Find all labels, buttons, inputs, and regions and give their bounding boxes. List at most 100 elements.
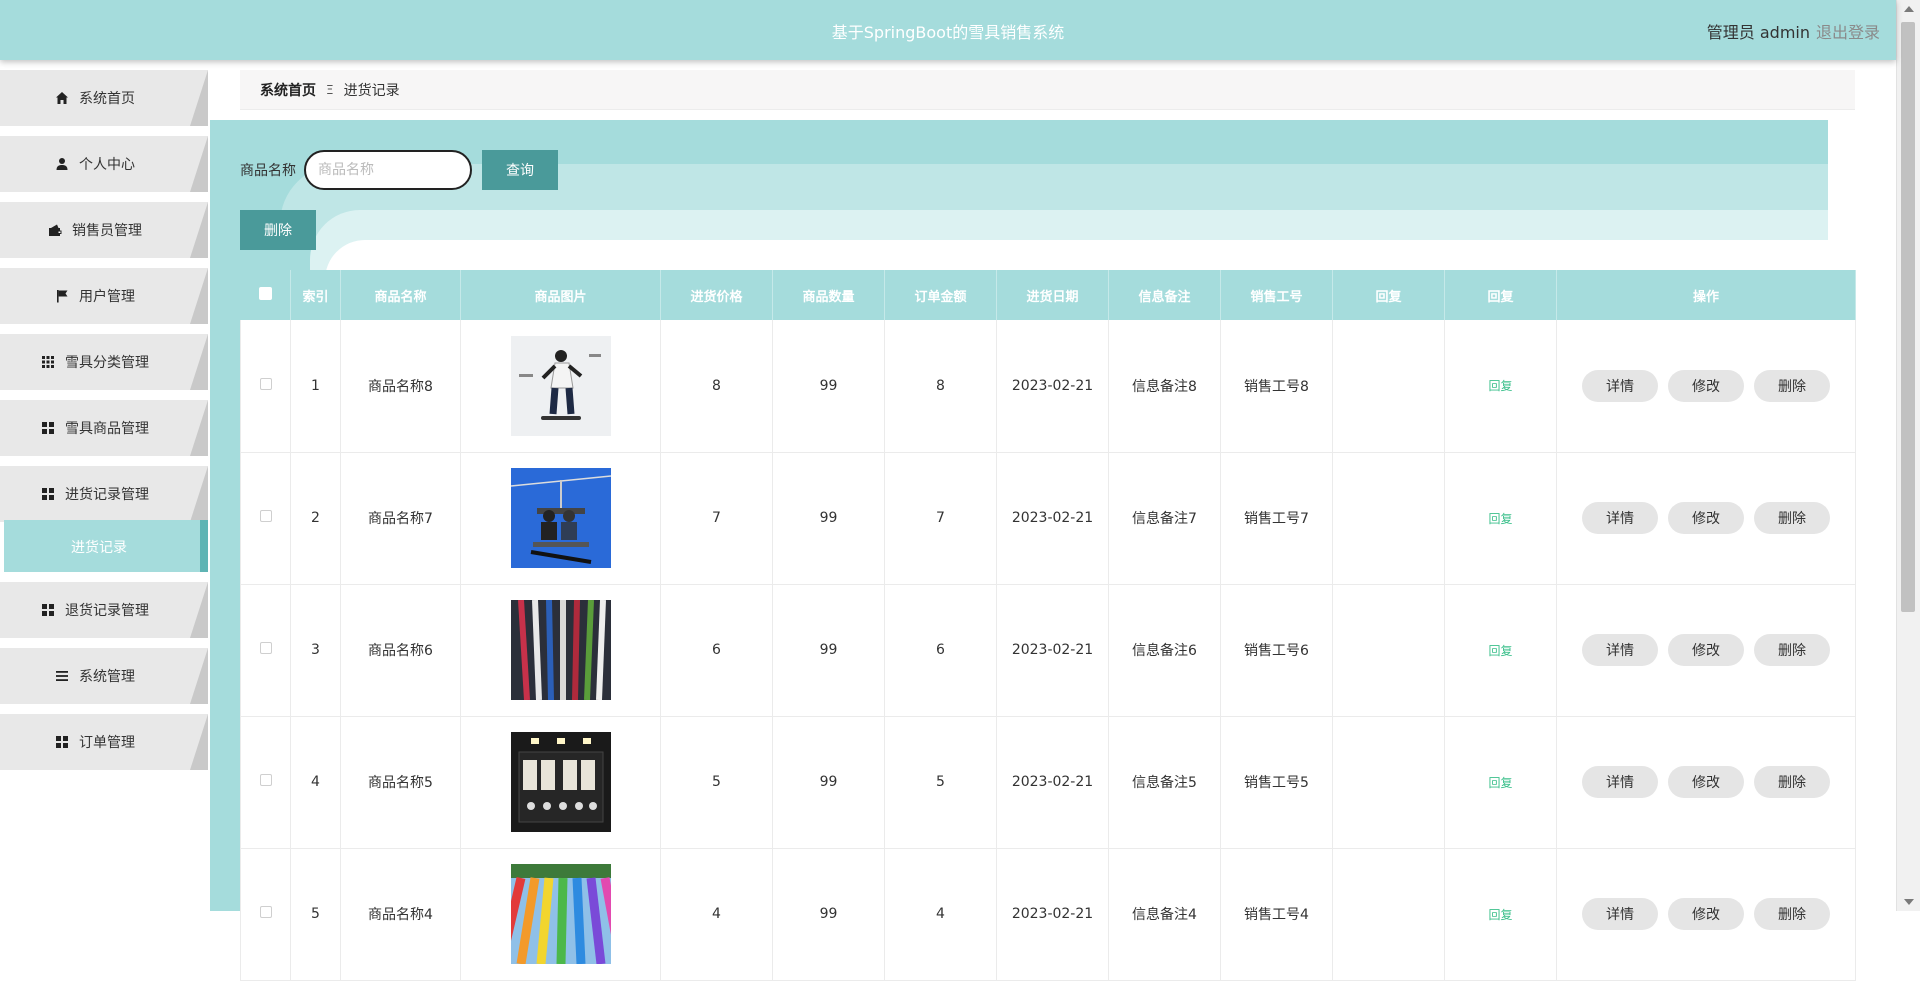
edit-button[interactable]: 修改 xyxy=(1668,502,1744,534)
sidebar-subitem-purchase-record[interactable]: 进货记录 xyxy=(4,520,208,572)
reply-link[interactable]: 回复 xyxy=(1488,776,1512,790)
search-input[interactable] xyxy=(304,150,472,190)
sidebar-item-purchase-records[interactable]: 进货记录管理 xyxy=(0,466,208,522)
breadcrumb-home[interactable]: 系统首页 xyxy=(260,80,316,100)
detail-button[interactable]: 详情 xyxy=(1582,766,1658,798)
product-image-ski-lift xyxy=(510,468,611,568)
delete-button[interactable]: 删除 xyxy=(1754,634,1830,666)
scroll-down-arrow-icon[interactable] xyxy=(1904,899,1914,905)
cell-date: 2023-02-21 xyxy=(996,584,1109,717)
home-icon xyxy=(55,91,69,105)
sidebar-item-home[interactable]: 系统首页 xyxy=(0,70,208,126)
row-checkbox[interactable] xyxy=(259,377,272,390)
apps-icon xyxy=(55,735,69,749)
sidebar-item-label: 退货记录管理 xyxy=(65,603,149,619)
cell-price: 7 xyxy=(660,452,773,585)
column-header: 订单金额 xyxy=(884,270,997,320)
cell-date: 2023-02-21 xyxy=(996,452,1109,585)
detail-button[interactable]: 详情 xyxy=(1582,502,1658,534)
sidebar-item-ski-categories[interactable]: 雪具分类管理 xyxy=(0,334,208,390)
cell-price: 5 xyxy=(660,716,773,849)
row-checkbox[interactable] xyxy=(259,906,272,918)
table-header-row: 索引 商品名称 商品图片 进货价格 商品数量 订单金额 进货日期 信息备注 销售… xyxy=(240,270,1856,320)
column-header: 操作 xyxy=(1556,270,1856,320)
cell-price: 8 xyxy=(660,320,773,453)
cell-reply-text xyxy=(1332,584,1445,717)
app-title: 基于SpringBoot的雪具销售系统 xyxy=(831,23,1065,42)
sidebar-item-orders[interactable]: 订单管理 xyxy=(0,714,208,770)
grid-icon xyxy=(41,355,55,369)
delete-button[interactable]: 删除 xyxy=(1754,369,1830,402)
cell-index: 4 xyxy=(290,716,341,849)
cell-amount: 5 xyxy=(884,716,997,849)
column-header: 信息备注 xyxy=(1108,270,1221,320)
cell-note: 信息备注5 xyxy=(1108,716,1221,849)
cell-date: 2023-02-21 xyxy=(996,716,1109,849)
sidebar-item-label: 系统首页 xyxy=(79,91,135,107)
select-all-header[interactable] xyxy=(240,270,291,320)
column-header: 进货日期 xyxy=(996,270,1109,320)
person-icon xyxy=(55,157,69,171)
sidebar-item-label: 用户管理 xyxy=(79,289,135,305)
reply-link[interactable]: 回复 xyxy=(1488,512,1512,526)
cell-note: 信息备注7 xyxy=(1108,452,1221,585)
cell-qty: 99 xyxy=(772,452,885,585)
search-button[interactable]: 查询 xyxy=(482,150,558,190)
cell-amount: 6 xyxy=(884,584,997,717)
list-icon xyxy=(55,669,69,683)
purchase-records-table: 索引 商品名称 商品图片 进货价格 商品数量 订单金额 进货日期 信息备注 销售… xyxy=(240,270,1856,981)
sidebar-subitem-label: 进货记录 xyxy=(71,540,127,556)
sidebar-item-sales-staff[interactable]: 销售员管理 xyxy=(0,202,208,258)
sidebar-item-label: 销售员管理 xyxy=(72,223,142,239)
detail-button[interactable]: 详情 xyxy=(1582,898,1658,930)
cell-index: 2 xyxy=(290,452,341,585)
apps-icon xyxy=(41,421,55,435)
cell-note: 信息备注4 xyxy=(1108,848,1221,981)
scrollbar-thumb[interactable] xyxy=(1901,22,1915,612)
edit-button[interactable]: 修改 xyxy=(1668,898,1744,930)
row-checkbox[interactable] xyxy=(259,774,272,786)
row-checkbox[interactable] xyxy=(259,510,272,522)
breadcrumb-separator-icon: Ξ xyxy=(326,82,334,97)
row-actions: 详情 修改 删除 xyxy=(1557,369,1855,402)
apps-icon xyxy=(41,487,55,501)
sidebar-item-system[interactable]: 系统管理 xyxy=(0,648,208,704)
detail-button[interactable]: 详情 xyxy=(1582,369,1658,402)
reply-link[interactable]: 回复 xyxy=(1488,379,1512,393)
search-label: 商品名称 xyxy=(240,163,296,179)
row-checkbox[interactable] xyxy=(259,642,272,654)
batch-delete-button[interactable]: 删除 xyxy=(240,210,316,250)
product-image-skis-rack xyxy=(510,600,611,700)
sidebar-item-label: 订单管理 xyxy=(79,735,135,751)
delete-button[interactable]: 删除 xyxy=(1754,898,1830,930)
detail-button[interactable]: 详情 xyxy=(1582,634,1658,666)
sidebar-item-return-records[interactable]: 退货记录管理 xyxy=(0,582,208,638)
cell-name: 商品名称4 xyxy=(340,848,461,981)
sidebar-item-label: 雪具商品管理 xyxy=(65,421,149,437)
edit-button[interactable]: 修改 xyxy=(1668,634,1744,666)
edit-button[interactable]: 修改 xyxy=(1668,369,1744,402)
cell-name: 商品名称5 xyxy=(340,716,461,849)
cell-date: 2023-02-21 xyxy=(996,320,1109,453)
scroll-up-arrow-icon[interactable] xyxy=(1904,6,1914,12)
page-scrollbar[interactable] xyxy=(1896,0,1920,911)
reply-link[interactable]: 回复 xyxy=(1488,644,1512,658)
cell-amount: 7 xyxy=(884,452,997,585)
delete-button[interactable]: 删除 xyxy=(1754,502,1830,534)
product-image-snowboarder xyxy=(510,335,611,436)
reply-link[interactable]: 回复 xyxy=(1488,908,1512,922)
column-header: 索引 xyxy=(290,270,341,320)
cell-name: 商品名称8 xyxy=(340,320,461,453)
sidebar-item-ski-products[interactable]: 雪具商品管理 xyxy=(0,400,208,456)
cell-note: 信息备注8 xyxy=(1108,320,1221,453)
sidebar-item-label: 雪具分类管理 xyxy=(65,355,149,371)
delete-button[interactable]: 删除 xyxy=(1754,766,1830,798)
select-all-checkbox[interactable] xyxy=(258,286,272,300)
sidebar-item-profile[interactable]: 个人中心 xyxy=(0,136,208,192)
sidebar-item-users[interactable]: 用户管理 xyxy=(0,268,208,324)
column-header: 商品图片 xyxy=(460,270,661,320)
row-actions: 详情 修改 删除 xyxy=(1557,898,1855,930)
sidebar-item-label: 个人中心 xyxy=(79,157,135,173)
logout-link[interactable]: 退出登录 xyxy=(1816,19,1896,43)
edit-button[interactable]: 修改 xyxy=(1668,766,1744,798)
